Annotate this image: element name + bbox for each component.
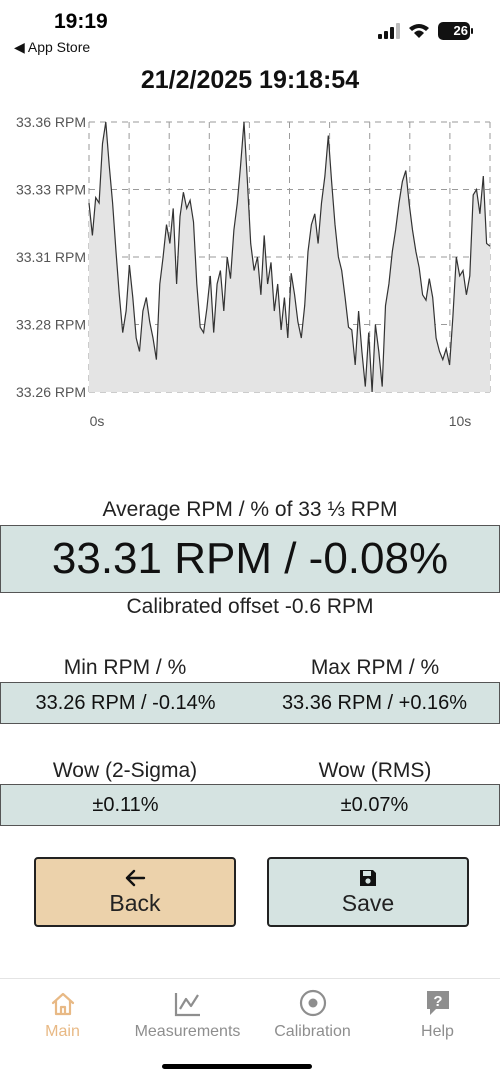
save-button[interactable]: Save [267,857,469,927]
y-tick-label: 33.33 RPM [16,182,86,198]
y-tick-label: 33.36 RPM [16,114,86,130]
tab-measurements-label: Measurements [134,1023,241,1040]
min-max-panel: 33.26 RPM / -0.14% 33.36 RPM / +0.16% [0,682,500,724]
wow-rms-label: Wow (RMS) [318,759,432,782]
status-time: 19:19 [54,10,108,33]
y-tick-label: 33.31 RPM [16,249,86,265]
y-tick-label: 33.26 RPM [16,384,86,400]
average-rpm-value: 33.31 RPM / -0.08% [51,534,449,583]
wow-2sigma-value: ±0.11% [92,793,159,816]
home-icon [51,992,74,1016]
home-indicator [162,1064,312,1069]
back-button[interactable]: Back [34,857,236,927]
back-button-label: Back [109,889,161,916]
average-label: Average RPM / % of 33 ⅓ RPM [102,498,398,521]
wifi-icon [409,24,429,38]
x-tick-label: 10s [449,413,472,429]
max-rpm-label: Max RPM / % [310,656,440,679]
help-icon: ? [426,991,449,1015]
tab-help[interactable]: ? Help [375,985,500,1041]
measurement-datetime: 21/2/2025 19:18:54 [140,66,360,94]
status-icons: 26 [378,22,473,40]
max-rpm-value: 33.36 RPM / +0.16% [281,691,468,714]
x-tick-label: 0s [90,413,105,429]
tab-calibration-label: Calibration [274,1023,351,1040]
tab-measurements[interactable]: Measurements [125,985,250,1041]
save-button-label: Save [341,889,395,916]
status-bar: 19:19 ◀ App Store 26 [0,0,500,60]
floppy-disk-icon [360,869,376,886]
wow-rms-value: ±0.07% [340,793,409,816]
tab-main[interactable]: Main [0,985,125,1041]
y-tick-label: 33.28 RPM [16,317,86,333]
tab-help-label: Help [421,1023,454,1040]
rpm-chart: 33.36 RPM 33.33 RPM 33.31 RPM 33.28 RPM 33.2… [16,114,491,429]
calibrated-offset: Calibrated offset -0.6 RPM [126,595,374,618]
tab-calibration[interactable]: Calibration [250,985,375,1041]
battery-level: 26 [453,23,468,38]
arrow-left-icon [125,869,146,886]
signal-icon [378,23,400,39]
average-rpm-display: 33.31 RPM / -0.08% [0,525,500,593]
tab-main-label: Main [45,1023,80,1040]
svg-text:?: ? [433,993,442,1010]
min-rpm-value: 33.26 RPM / -0.14% [35,691,216,714]
battery-icon: 26 [438,22,473,40]
wow-panel: ±0.11% ±0.07% [0,784,500,826]
target-icon [299,989,326,1017]
line-chart-icon [174,993,200,1017]
min-rpm-label: Min RPM / % [63,656,187,679]
wow-2sigma-label: Wow (2-Sigma) [52,759,198,782]
back-to-app-store-link[interactable]: ◀ App Store [14,39,90,56]
